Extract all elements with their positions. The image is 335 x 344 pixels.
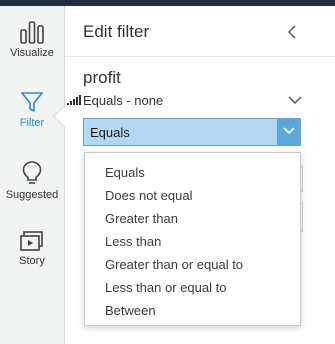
- panel-title: Edit filter: [83, 22, 150, 41]
- condition-select[interactable]: Equals: [83, 118, 301, 146]
- option-does-not-equal[interactable]: Does not equal: [105, 188, 192, 203]
- panel-header: Edit filter: [65, 6, 335, 57]
- option-less-than[interactable]: Less than: [105, 234, 161, 249]
- select-toggle-button[interactable]: [277, 118, 301, 146]
- condition-select-value: Equals: [90, 125, 130, 140]
- chevron-down-icon: [288, 96, 302, 105]
- filter-summary-row[interactable]: Equals - none: [65, 92, 310, 110]
- option-less-than-or-equal[interactable]: Less than or equal to: [105, 280, 226, 295]
- rail-label-suggested: Suggested: [5, 189, 59, 201]
- lightbulb-icon: [22, 161, 42, 184]
- funnel-icon: [21, 92, 43, 112]
- chevron-down-icon: [283, 127, 295, 135]
- story-icon: [20, 231, 43, 251]
- measure-icon: [67, 95, 81, 105]
- left-rail: Visualize Filter Suggested Story: [0, 6, 65, 344]
- rail-item-suggested[interactable]: Suggested: [0, 160, 64, 201]
- option-equals[interactable]: Equals: [105, 165, 145, 180]
- option-greater-than[interactable]: Greater than: [105, 211, 178, 226]
- rail-item-visualize[interactable]: Visualize: [0, 20, 64, 59]
- rail-label-visualize: Visualize: [10, 47, 54, 59]
- chevron-left-icon[interactable]: [285, 24, 301, 40]
- filter-summary-text: Equals - none: [83, 93, 164, 108]
- option-greater-than-or-equal[interactable]: Greater than or equal to: [105, 257, 243, 272]
- rail-item-filter[interactable]: Filter: [0, 90, 64, 129]
- filter-field-name: profit: [83, 68, 121, 87]
- option-between[interactable]: Between: [105, 303, 156, 318]
- rail-label-story: Story: [19, 255, 45, 267]
- edit-filter-panel: Edit filter profit Equals - none Equals …: [65, 6, 335, 344]
- rail-item-story[interactable]: Story: [0, 230, 64, 267]
- condition-dropdown-menu: Equals Does not equal Greater than Less …: [84, 152, 301, 326]
- bar-chart-icon: [20, 21, 44, 44]
